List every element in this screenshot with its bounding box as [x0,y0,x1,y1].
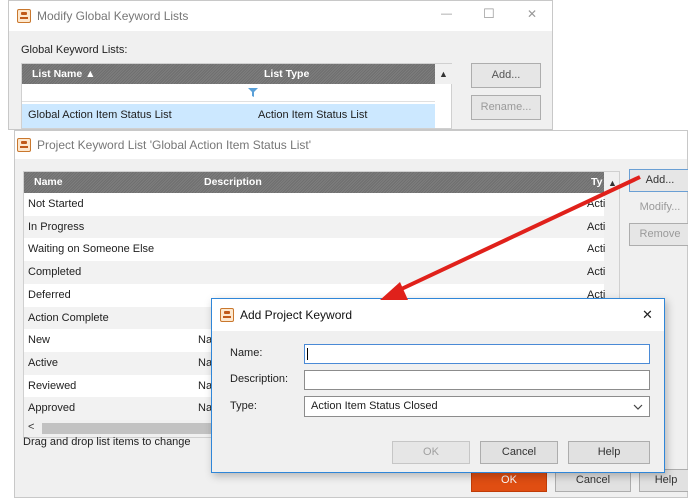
scroll-up-icon[interactable]: ▲ [435,64,452,84]
keyword-row[interactable]: In Progress Acti [24,215,606,239]
filter-icon[interactable] [248,88,258,97]
list-type-cell: Action Item Status List [258,109,368,121]
keyword-name-cell: Not Started [28,198,84,210]
dialog-cancel-button[interactable]: Cancel [480,441,558,464]
keyword-description-cell: Na [198,379,213,392]
title-bar: Modify Global Keyword Lists — ☐ ✕ [9,1,552,31]
maximize-icon[interactable]: ☐ [483,6,495,22]
dialog-ok-button[interactable]: OK [392,441,470,464]
type-select[interactable]: Action Item Status Closed [304,396,650,417]
keyword-row[interactable]: Waiting on Someone Else Acti [24,238,606,261]
keyword-type-cell: Acti [587,266,606,279]
keyword-row[interactable]: Not Started Acti [24,193,606,216]
keyword-name-cell: Approved [28,402,76,415]
modify-keyword-button[interactable]: Modify... [629,197,688,220]
title-bar: Project Keyword List 'Global Action Item… [15,131,687,159]
column-header-list-type[interactable]: List Type [254,64,435,84]
name-field[interactable] [304,344,650,364]
filter-row[interactable] [22,84,435,102]
keyword-row[interactable]: Completed Acti [24,261,606,284]
keyword-description-cell: Na [198,334,213,347]
minimize-icon[interactable]: — [441,8,452,20]
keyword-name-cell: Action Complete [28,311,109,324]
keyword-name-cell: Deferred [28,288,71,301]
type-value: Action Item Status Closed [311,400,438,412]
keyword-description-cell: Na [198,356,213,369]
add-keyword-button[interactable]: Add... [629,169,688,192]
column-header-description[interactable]: Description [194,172,587,193]
keyword-name-cell: Completed [28,266,82,279]
description-field[interactable] [304,370,650,390]
dialog-title-bar: Add Project Keyword ✕ [212,299,664,331]
close-icon[interactable]: ✕ [642,307,653,323]
keyword-name-cell: Reviewed [28,379,77,392]
text-cursor [307,348,308,360]
keyword-type-cell: Acti [587,198,606,210]
dialog-title: Add Project Keyword [240,308,353,322]
dialog-help-button[interactable]: Help [568,441,650,464]
add-list-button[interactable]: Add... [471,63,541,88]
scroll-left-icon[interactable]: < [28,421,34,433]
name-label: Name: [230,347,263,359]
remove-keyword-button[interactable]: Remove [629,223,688,246]
keyword-name-cell: In Progress [28,220,85,233]
type-label: Type: [230,400,257,412]
close-icon[interactable]: ✕ [527,7,537,21]
keyword-name-cell: Active [28,356,58,369]
chevron-down-icon[interactable] [633,404,643,410]
app-icon [17,138,31,152]
keyword-description-cell: Na [198,402,213,415]
keyword-type-cell: Acti [587,220,606,233]
modify-global-keyword-lists-window: Modify Global Keyword Lists — ☐ ✕ Global… [8,0,553,130]
window-title: Modify Global Keyword Lists [37,9,189,23]
window-title: Project Keyword List 'Global Action Item… [37,138,312,152]
list-name-cell: Global Action Item Status List [28,109,172,121]
keyword-type-cell: Acti [587,243,606,256]
drag-drop-hint: Drag and drop list items to change [23,436,191,448]
column-header-list-name[interactable]: List Name ▲ [22,64,254,84]
table-row-selected[interactable]: Global Action Item Status List Action It… [22,104,435,128]
section-label: Global Keyword Lists: [21,44,128,56]
keyword-name-cell: New [28,334,51,347]
app-icon [220,308,234,322]
column-header-name[interactable]: Name [24,172,194,193]
add-project-keyword-dialog: Add Project Keyword ✕ Name: Description:… [211,298,665,473]
scroll-up-icon[interactable]: ▲ [604,172,619,193]
description-label: Description: [230,373,289,385]
rename-list-button[interactable]: Rename... [471,95,541,120]
global-list-table: List Name ▲ List Type Global Action Item… [21,63,452,129]
app-icon [17,9,31,23]
keyword-name-cell: Waiting on Someone Else [28,243,155,256]
